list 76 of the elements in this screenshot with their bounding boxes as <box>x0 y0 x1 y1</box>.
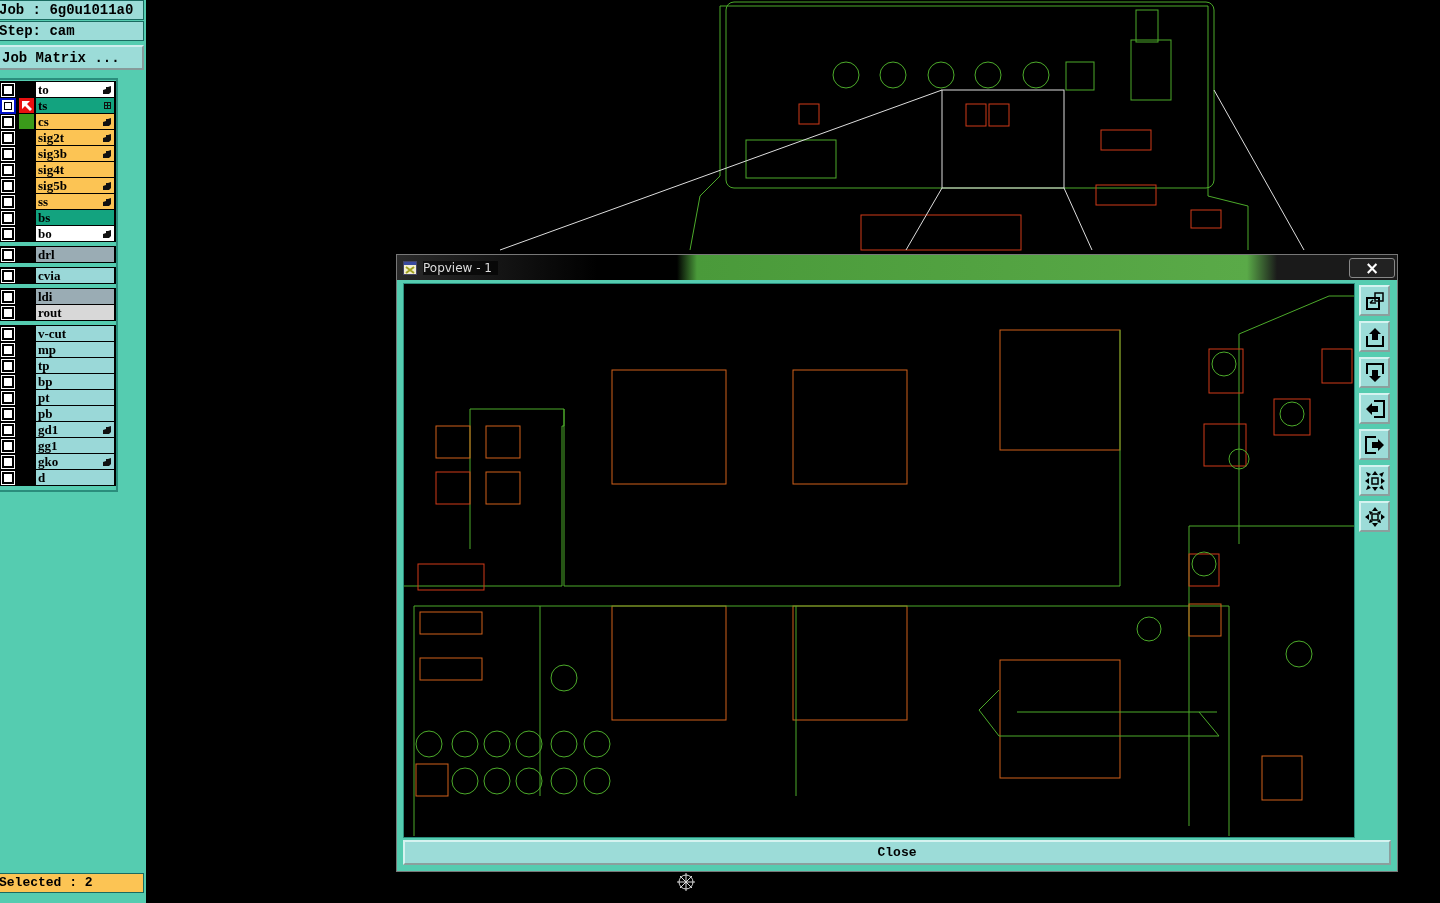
layer-name[interactable]: d <box>36 470 114 485</box>
layer-checkbox[interactable] <box>2 306 14 319</box>
layer-name[interactable]: sig3b <box>36 146 114 161</box>
job-label: Job : 6g0u1011a0 <box>0 0 144 20</box>
toolbar-button[interactable] <box>1359 501 1390 533</box>
hand-icon <box>103 457 111 466</box>
layer-name[interactable]: gd1 <box>36 422 114 437</box>
toolbar-button[interactable] <box>1359 357 1390 389</box>
pan-up-icon <box>1363 325 1386 348</box>
layer-name[interactable]: tp <box>36 358 114 373</box>
layer-checkbox[interactable] <box>2 163 14 176</box>
pan-down-icon <box>1363 361 1386 384</box>
layer-checkbox[interactable] <box>2 211 14 224</box>
layer-name[interactable]: bp <box>36 374 114 389</box>
layer-checkbox[interactable] <box>2 391 14 404</box>
layer-checkbox[interactable] <box>2 290 14 303</box>
layer-checkbox[interactable] <box>2 179 14 192</box>
layer-checkbox[interactable] <box>2 471 14 484</box>
layer-name[interactable]: sig5b <box>36 178 114 193</box>
layer-name[interactable]: sig2t <box>36 130 114 145</box>
layer-checkbox[interactable] <box>2 195 14 208</box>
layer-name[interactable]: cs <box>36 114 114 129</box>
layer-name[interactable]: pt <box>36 390 114 405</box>
layer-name[interactable]: ss <box>36 194 114 209</box>
hand-icon <box>103 229 111 238</box>
layer-checkbox[interactable] <box>2 115 14 128</box>
toolbar-button[interactable] <box>1359 285 1390 317</box>
crosshair-cursor-icon <box>676 872 696 892</box>
layer-checkbox[interactable] <box>2 407 14 420</box>
layer-name[interactable]: drl <box>36 247 114 262</box>
close-button[interactable]: × <box>1349 257 1395 278</box>
window-title: Popview - 1 <box>423 260 498 275</box>
layer-checkbox[interactable] <box>2 439 14 452</box>
layer-checkbox[interactable] <box>2 375 14 388</box>
layer-checkbox[interactable] <box>2 455 14 468</box>
layer-name[interactable]: ldi <box>36 289 114 304</box>
layer-name[interactable]: cvia <box>36 268 114 283</box>
layer-checkbox[interactable] <box>2 248 14 261</box>
layer-name[interactable]: ts <box>36 98 114 113</box>
layer-name[interactable]: gg1 <box>36 438 114 453</box>
layer-name[interactable]: rout <box>36 305 114 320</box>
layer-name[interactable]: sig4t <box>36 162 114 177</box>
layer-name[interactable]: to <box>36 82 114 97</box>
layer-checkbox[interactable] <box>2 269 14 282</box>
layer-checkbox[interactable] <box>2 343 14 356</box>
toolbar-button[interactable] <box>1359 393 1390 425</box>
layer-checkbox[interactable] <box>2 147 14 160</box>
selected-count-label: Selected : 2 <box>0 873 144 893</box>
close-button[interactable]: Close <box>403 840 1391 865</box>
zoom-fit-icon <box>1363 289 1386 312</box>
job-matrix-button[interactable]: Job Matrix ... <box>0 45 144 70</box>
layer-checkbox[interactable] <box>2 83 14 96</box>
layer-checkbox[interactable] <box>2 423 14 436</box>
toolbar-button[interactable] <box>1359 465 1390 497</box>
pan-right-icon <box>1363 433 1386 456</box>
layer-name[interactable]: v-cut <box>36 326 114 341</box>
toolbar-button[interactable] <box>1359 429 1390 461</box>
zoom-out-icon <box>1363 505 1386 528</box>
layer-checkbox[interactable] <box>2 327 14 340</box>
layer-name[interactable]: bo <box>36 226 114 241</box>
work-layer-arrow-icon[interactable] <box>19 98 34 113</box>
layer-name[interactable]: mp <box>36 342 114 357</box>
layer-checkbox[interactable] <box>2 359 14 372</box>
hand-icon <box>103 85 111 94</box>
layer-name[interactable]: gko <box>36 454 114 469</box>
hand-icon <box>103 425 111 434</box>
grid-icon <box>104 102 111 109</box>
step-label: Step: cam <box>0 21 144 41</box>
layer-checkbox[interactable] <box>2 131 14 144</box>
layer-checkbox[interactable] <box>2 227 14 240</box>
zoom-in-icon <box>1363 469 1386 492</box>
layer-name[interactable]: bs <box>36 210 114 225</box>
display-color-swatch[interactable] <box>19 114 34 129</box>
toolbar-button[interactable] <box>1359 321 1390 353</box>
window-app-icon <box>403 260 417 275</box>
layer-name[interactable]: pb <box>36 406 114 421</box>
